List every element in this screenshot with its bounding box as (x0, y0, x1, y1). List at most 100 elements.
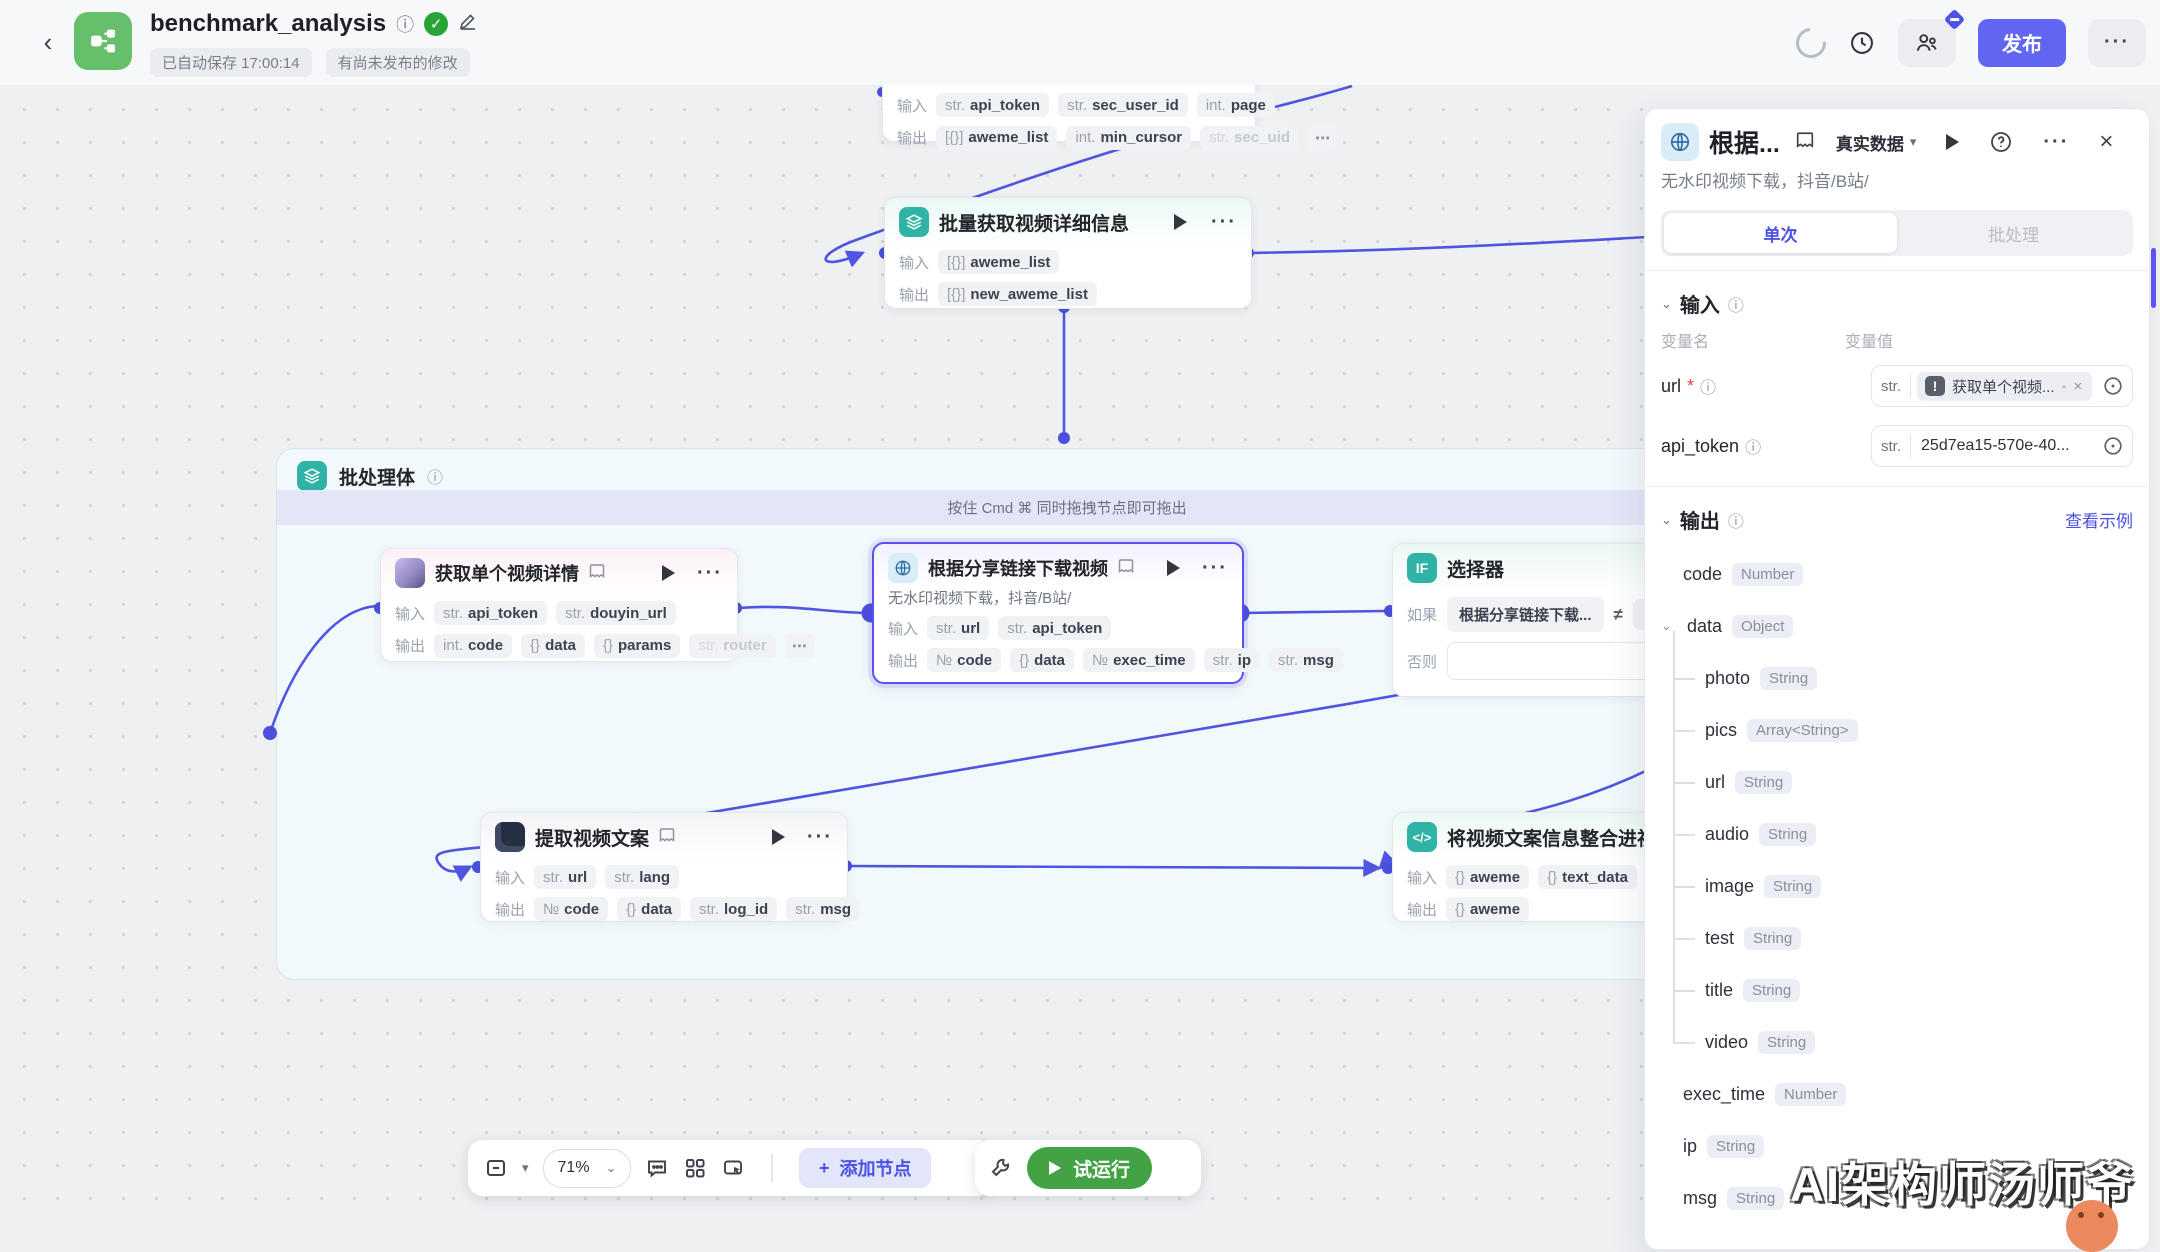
history-icon[interactable] (1848, 29, 1876, 57)
condition-left-chip[interactable]: 根据分享链接下载... (1447, 597, 1604, 632)
node-batch-video-details[interactable]: 批量获取视频详细信息 ··· 输入 [{}]aweme_list 输出 [{}]… (884, 197, 1252, 309)
wrench-icon[interactable] (989, 1156, 1013, 1180)
param-chip[interactable]: {}data (1010, 648, 1074, 672)
param-chip[interactable]: str.douyin_url (556, 601, 676, 625)
auto-layout-icon[interactable] (683, 1156, 707, 1180)
param-chip[interactable]: №code (927, 648, 1001, 672)
output-item-url: urlString (1661, 756, 2133, 808)
param-chip[interactable]: №code (534, 897, 608, 921)
param-chip[interactable]: str.lang (605, 865, 679, 889)
param-chip[interactable]: str.api_token (998, 616, 1111, 640)
param-chip[interactable]: {}params (594, 634, 680, 658)
api-token-value-input[interactable]: str. 25d7ea15-570e-40... (1871, 425, 2133, 467)
run-node-icon[interactable] (772, 829, 785, 845)
info-icon[interactable]: ⓘ (427, 464, 443, 488)
tree-guide-tick (1673, 678, 1695, 680)
param-chip[interactable]: {}text_data (1538, 865, 1637, 889)
info-icon[interactable]: ⓘ (1728, 508, 1744, 532)
output-section-title: 输出 (1680, 505, 1720, 534)
zoom-select[interactable]: 71% ⌄ (543, 1149, 632, 1188)
param-chip[interactable]: {}aweme (1446, 865, 1529, 889)
chevron-down-icon[interactable]: ⌄ (1661, 512, 1672, 528)
comment-icon[interactable] (645, 1156, 669, 1180)
param-chip[interactable]: [{}]aweme_list (936, 126, 1057, 150)
node-extract-text[interactable]: 提取视频文案 ··· 输入 str.urlstr.lang 输出 №code{}… (480, 812, 848, 922)
param-chip[interactable]: str.router (689, 634, 775, 658)
drag-hint-bar: 按住 Cmd ⌘ 同时拖拽节点即可拖出 (277, 490, 1857, 525)
param-chip[interactable]: str.ip (1204, 648, 1260, 672)
data-mode-dropdown[interactable]: 真实数据 ▾ (1836, 130, 1917, 155)
type-badge: String (1759, 823, 1816, 846)
node-more-icon[interactable]: ··· (1211, 211, 1237, 234)
url-value-input[interactable]: str. ! 获取单个视频... - × (1871, 365, 2133, 407)
param-chip[interactable]: int.code (434, 634, 512, 658)
param-chip[interactable]: str.msg (1269, 648, 1343, 672)
run-panel-icon[interactable] (1946, 134, 1959, 150)
param-chip[interactable]: str.url (534, 865, 596, 889)
param-chip[interactable]: str.api_token (936, 93, 1049, 117)
tree-guide-tick (1673, 730, 1695, 732)
play-icon (1049, 1161, 1061, 1175)
panel-more-icon[interactable]: ··· (2043, 131, 2069, 154)
back-icon[interactable]: ‹ (34, 28, 62, 56)
param-chip[interactable]: [{}]new_aweme_list (938, 282, 1097, 306)
chevron-down-icon[interactable]: ⌄ (1661, 296, 1672, 312)
edit-title-icon[interactable] (458, 12, 478, 37)
collaborators-button[interactable] (1898, 19, 1956, 67)
param-chip[interactable]: {}data (521, 634, 585, 658)
clear-icon[interactable]: × (2074, 378, 2083, 395)
param-chip[interactable]: str.api_token (434, 601, 547, 625)
param-chip[interactable]: str.log_id (690, 897, 777, 921)
close-icon[interactable]: × (2099, 128, 2113, 156)
chevron-down-icon[interactable]: ⌄ (1661, 618, 1677, 634)
select-frame-icon[interactable] (721, 1156, 745, 1180)
more-params-chip[interactable]: ⋯ (1308, 125, 1337, 150)
param-chip[interactable]: str.sec_user_id (1058, 93, 1188, 117)
param-chip[interactable]: str.sec_uid (1200, 126, 1299, 150)
workflow-app-icon (74, 12, 132, 70)
add-node-button[interactable]: + 添加节点 (799, 1148, 932, 1188)
info-icon[interactable]: ⓘ (1745, 434, 1761, 458)
scrollbar-thumb[interactable] (2151, 248, 2156, 308)
tab-batch[interactable]: 批处理 (1897, 213, 2130, 253)
type-prefix[interactable]: str. (1872, 374, 1911, 398)
param-chip[interactable]: int.min_cursor (1066, 126, 1191, 150)
view-example-link[interactable]: 查看示例 (2065, 507, 2133, 532)
type-prefix[interactable]: str. (1872, 434, 1911, 458)
more-menu-button[interactable]: ··· (2088, 19, 2146, 67)
param-chip[interactable]: str.msg (786, 897, 860, 921)
reference-icon[interactable] (2102, 375, 2124, 397)
param-chip[interactable]: int.page (1197, 93, 1275, 117)
reference-icon[interactable] (2102, 435, 2124, 457)
title-info-icon[interactable]: ⓘ (396, 11, 414, 37)
chevron-down-icon[interactable]: ▾ (522, 1160, 529, 1176)
node-more-icon[interactable]: ··· (697, 562, 723, 585)
node-more-icon[interactable]: ··· (807, 826, 833, 849)
more-params-chip[interactable]: ⋯ (785, 633, 814, 658)
type-badge: String (1707, 1135, 1764, 1158)
run-node-icon[interactable] (1167, 560, 1180, 576)
param-chip[interactable]: {}aweme (1446, 897, 1529, 921)
output-item-data[interactable]: ⌄dataObject (1661, 600, 2133, 652)
canvas-toolbar: ▾ 71% ⌄ + 添加节点 (468, 1140, 992, 1196)
param-chip[interactable]: str.url (927, 616, 989, 640)
help-icon[interactable] (1989, 130, 2013, 154)
reference-chip[interactable]: ! 获取单个视频... - × (1917, 372, 2092, 401)
run-node-icon[interactable] (1174, 214, 1187, 230)
info-icon[interactable]: ⓘ (1700, 374, 1716, 398)
input-row-url: url* ⓘ str. ! 获取单个视频... - × (1645, 360, 2149, 420)
node-download-by-link[interactable]: 根据分享链接下载视频 ··· 无水印视频下载，抖音/B站/ 输入 str.url… (872, 542, 1244, 684)
minimap-icon[interactable] (484, 1156, 508, 1180)
param-chip[interactable]: {}data (617, 897, 681, 921)
node-single-video-detail[interactable]: 获取单个视频详情 ··· 输入 str.api_tokenstr.douyin_… (380, 548, 738, 662)
tab-single[interactable]: 单次 (1664, 213, 1897, 253)
info-icon[interactable]: ⓘ (1728, 292, 1744, 316)
run-node-icon[interactable] (662, 565, 675, 581)
output-name: photo (1705, 668, 1750, 689)
not-equal-operator[interactable]: ≠ (1614, 605, 1623, 625)
publish-button[interactable]: 发布 (1978, 19, 2066, 67)
param-chip[interactable]: №exec_time (1083, 648, 1195, 672)
test-run-button[interactable]: 试运行 (1027, 1147, 1152, 1189)
node-more-icon[interactable]: ··· (1202, 557, 1228, 580)
param-chip[interactable]: [{}]aweme_list (938, 250, 1059, 274)
